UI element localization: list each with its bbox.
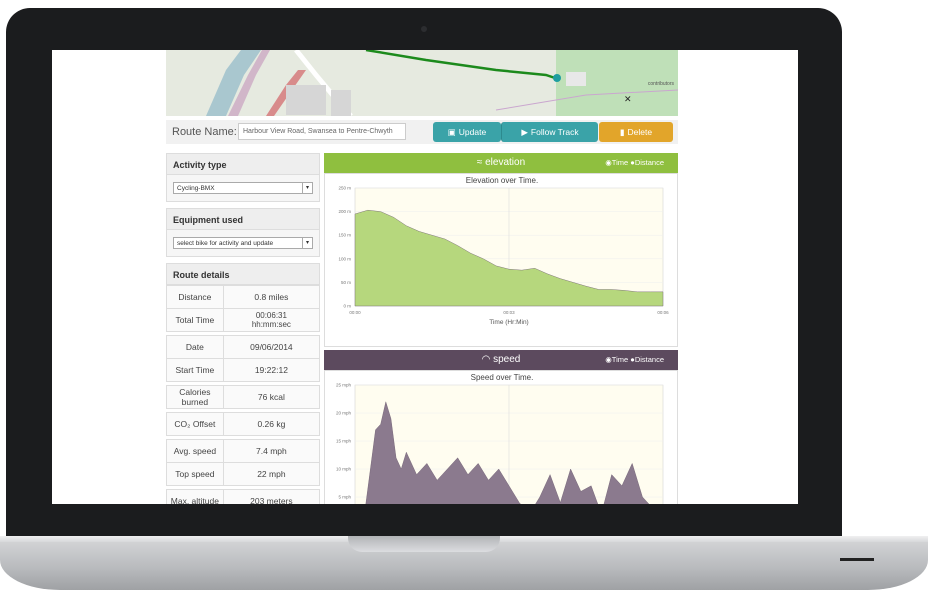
delete-label: Delete [627, 127, 653, 137]
route-name-label: Route Name: [172, 126, 237, 138]
toggle-time[interactable]: Time [612, 158, 628, 167]
speed-heading: speed [493, 354, 521, 365]
route-map[interactable]: ✕ contributors [166, 50, 678, 116]
detail-value: 76 kcal [222, 385, 321, 409]
follow-track-button[interactable]: ▶ Follow Track [501, 122, 598, 142]
elevation-chart-box: Elevation over Time. 0 m 50 m 100 m 150 m 20… [324, 173, 678, 347]
speed-header: ◠ speed ◉Time ●Distance [324, 350, 678, 370]
play-icon: ▶ [521, 127, 528, 137]
y-tick-label: 25 mph [336, 383, 352, 388]
activity-type-value: Cycling-BMX [177, 185, 215, 192]
y-tick-label: 200 m [338, 209, 351, 214]
table-row: CO₂ Offset 0.26 kg [166, 412, 321, 436]
speed-icon: ◠ [481, 354, 494, 365]
detail-value: 0.26 kg [222, 412, 321, 436]
table-row: Distance 0.8 miles [166, 285, 321, 309]
table-row: Avg. speed 7.4 mph [166, 439, 321, 463]
y-tick-label: 20 mph [336, 411, 352, 416]
detail-label: CO₂ Offset [166, 412, 224, 436]
y-tick-label: 10 mph [336, 467, 352, 472]
chevron-down-icon: ▾ [302, 238, 312, 248]
table-row: Total Time 00:06:31 hh:mm:sec [166, 308, 321, 332]
sidebar: Activity type Cycling-BMX ▾ Equipment use… [166, 153, 321, 504]
x-axis-label: Time (Hr:Min) [489, 319, 528, 326]
activity-type-heading: Activity type [166, 153, 320, 175]
trash-icon: ▮ [619, 127, 625, 137]
detail-label: Max. altitude [166, 489, 224, 504]
y-tick-label: 15 mph [336, 439, 352, 444]
detail-value: 09/06/2014 [222, 335, 321, 359]
speed-chart: 5 mph 10 mph 15 mph 20 mph 25 mph [336, 383, 664, 504]
speed-toggle[interactable]: ◉Time ●Distance [605, 350, 664, 370]
detail-label: Avg. speed [166, 439, 224, 463]
y-tick-label: 50 m [341, 280, 351, 285]
speed-chart-box: Speed over Time. 5 mph 10 mph 15 mph 20 mph… [324, 370, 678, 504]
toggle-distance[interactable]: Distance [635, 355, 664, 364]
detail-label: Top speed [166, 462, 224, 486]
laptop-notch [348, 536, 500, 552]
map-attribution[interactable]: contributors [648, 81, 674, 87]
detail-value: 0.8 miles [222, 285, 321, 309]
table-row: Start Time 19:22:12 [166, 358, 321, 382]
toggle-distance[interactable]: Distance [635, 158, 664, 167]
screen: ✕ contributors Route Name: Harbour View … [52, 50, 798, 504]
equipment-heading: Equipment used [166, 208, 320, 230]
detail-label: Distance [166, 285, 224, 309]
table-row: Date 09/06/2014 [166, 335, 321, 359]
route-name-input[interactable]: Harbour View Road, Swansea to Pentre-Chw… [238, 123, 406, 140]
camera-icon [421, 26, 427, 32]
x-tick-label: 00:06 [657, 310, 669, 315]
detail-value: 00:06:31 hh:mm:sec [222, 308, 321, 332]
elevation-panel: ≈ elevation ◉Time ●Distance Elevation ov… [324, 153, 678, 347]
activity-type-select[interactable]: Cycling-BMX ▾ [173, 182, 313, 194]
table-row: Calories burned 76 kcal [166, 385, 321, 409]
detail-label: Calories burned [166, 385, 224, 409]
svg-text:✕: ✕ [624, 94, 632, 104]
detail-value: 203 meters [222, 489, 321, 504]
activity-type-section: Cycling-BMX ▾ [166, 175, 320, 202]
route-name-row: Route Name: Harbour View Road, Swansea t… [166, 120, 678, 144]
delete-button[interactable]: ▮ Delete [599, 122, 673, 142]
table-row: Top speed 22 mph [166, 462, 321, 486]
y-tick-label: 150 m [338, 233, 351, 238]
y-tick-label: 100 m [338, 256, 351, 261]
detail-value: 22 mph [222, 462, 321, 486]
laptop-edge [840, 558, 874, 561]
elevation-icon: ≈ [476, 157, 486, 168]
x-tick-label: 00:03 [503, 310, 515, 315]
elevation-header: ≈ elevation ◉Time ●Distance [324, 153, 678, 173]
update-button[interactable]: ▣ Update [433, 122, 501, 142]
equipment-section: select bike for activity and update ▾ [166, 230, 320, 257]
equipment-value: select bike for activity and update [177, 240, 274, 247]
x-tick-label: 00:00 [349, 310, 361, 315]
equipment-select[interactable]: select bike for activity and update ▾ [173, 237, 313, 249]
detail-label: Total Time [166, 308, 224, 332]
chevron-down-icon: ▾ [302, 183, 312, 193]
table-row: Max. altitude 203 meters [166, 489, 321, 504]
update-label: Update [458, 127, 487, 137]
y-tick-label: 0 m [343, 304, 351, 309]
y-tick-label: 250 m [338, 186, 351, 191]
detail-label: Date [166, 335, 224, 359]
elevation-heading: elevation [485, 157, 526, 168]
laptop-base [0, 536, 928, 590]
speed-chart-title: Speed over Time. [470, 373, 534, 382]
y-tick-label: 5 mph [338, 495, 351, 500]
follow-track-label: Follow Track [530, 127, 579, 137]
map-graphic: ✕ [166, 50, 678, 116]
speed-panel: ◠ speed ◉Time ●Distance Speed over Time.… [324, 350, 678, 504]
detail-value: 19:22:12 [222, 358, 321, 382]
elevation-chart: 0 m 50 m 100 m 150 m 200 m 250 m 00:00 00:03 00:… [338, 186, 669, 327]
detail-value: 7.4 mph [222, 439, 321, 463]
save-icon: ▣ [447, 127, 456, 137]
route-details-heading: Route details [166, 263, 320, 285]
detail-label: Start Time [166, 358, 224, 382]
route-details-table: Distance 0.8 miles Total Time 00:06:31 hh:… [166, 285, 321, 504]
elevation-toggle[interactable]: ◉Time ●Distance [605, 153, 664, 173]
toggle-time[interactable]: Time [612, 355, 628, 364]
elevation-chart-title: Elevation over Time. [465, 176, 539, 185]
